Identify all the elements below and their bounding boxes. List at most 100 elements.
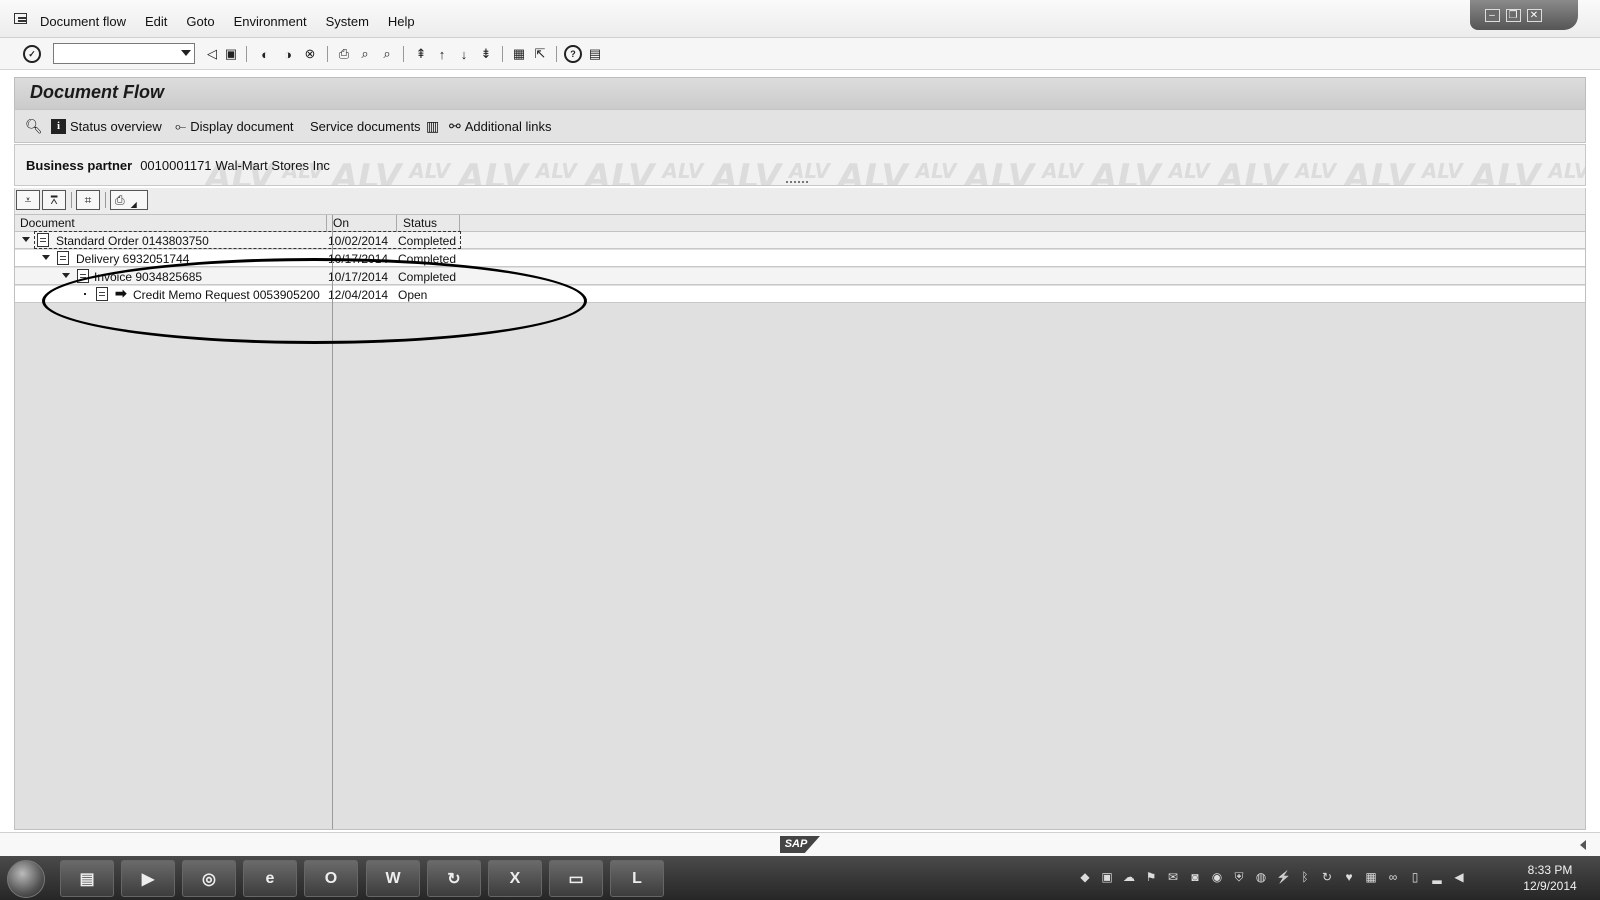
- tree-row[interactable]: Delivery 6932051744 10/17/2014 Completed: [15, 250, 1585, 267]
- save-icon[interactable]: ▣: [222, 45, 240, 63]
- media-player-icon[interactable]: ▶: [121, 860, 175, 897]
- chrome-icon[interactable]: ◎: [182, 860, 236, 897]
- splitter-handle[interactable]: [786, 181, 808, 184]
- tray-flag-icon[interactable]: ⚑: [1144, 870, 1158, 884]
- find-icon[interactable]: ⌕: [356, 45, 374, 63]
- menu-environment[interactable]: Environment: [234, 14, 307, 29]
- help-icon[interactable]: ?: [564, 45, 582, 63]
- binoculars-icon[interactable]: ⌗: [76, 190, 100, 210]
- tray-sync-icon[interactable]: ◍: [1254, 870, 1268, 884]
- excel-icon[interactable]: X: [488, 860, 542, 897]
- column-header-on[interactable]: On: [333, 216, 349, 230]
- current-document-arrow-icon: ➡: [115, 285, 127, 301]
- restore-button[interactable]: ❐: [1505, 8, 1521, 22]
- tray-battery-icon[interactable]: ▯: [1408, 870, 1422, 884]
- toolbar-separator: [403, 46, 404, 62]
- shortcut-icon[interactable]: ⇱: [531, 45, 549, 63]
- outlook-icon[interactable]: O: [304, 860, 358, 897]
- file-explorer-icon[interactable]: ▤: [60, 860, 114, 897]
- next-page-icon[interactable]: ↓: [455, 45, 473, 63]
- status-cell: Completed: [398, 270, 457, 284]
- minimize-button[interactable]: –: [1484, 8, 1500, 22]
- document-search-button[interactable]: 🔍︎: [25, 116, 43, 136]
- tree-row[interactable]: ➡ Credit Memo Request 0053905200 12/04/2…: [15, 285, 1585, 303]
- tray-mail-icon[interactable]: ✉: [1166, 870, 1180, 884]
- tray-network-drive-icon[interactable]: ▣: [1100, 870, 1114, 884]
- tray-outlook-icon[interactable]: ◙: [1188, 870, 1202, 884]
- column-divider: [459, 215, 460, 232]
- command-field[interactable]: [53, 43, 195, 64]
- menu-document-flow[interactable]: Document flow: [40, 14, 126, 29]
- object-links-button[interactable]: ▥: [426, 116, 439, 136]
- desktop-icon[interactable]: ▭: [549, 860, 603, 897]
- previous-page-icon[interactable]: ↑: [433, 45, 451, 63]
- business-partner-label: Business partner: [26, 158, 133, 173]
- status-bar-expand-icon[interactable]: [1580, 840, 1586, 850]
- service-documents-button[interactable]: Service documents: [310, 116, 421, 136]
- document-cell: Invoice 9034825685: [94, 270, 203, 284]
- display-document-button[interactable]: ⟜ Display document: [175, 116, 294, 136]
- last-page-icon[interactable]: ⇟: [477, 45, 495, 63]
- tray-volume-icon[interactable]: ◀: [1452, 870, 1466, 884]
- alv-watermark-large: ALV: [458, 157, 528, 186]
- column-header-status[interactable]: Status: [403, 216, 437, 230]
- first-page-icon[interactable]: ⇞: [412, 45, 430, 63]
- system-tray: ◆ ▣ ☁ ⚑ ✉ ◙ ◉ ⛨ ◍ ⚡ ᛒ ↻ ♥ ▦ ∞ ▯ ▂ ◀: [1078, 870, 1466, 884]
- menu-help[interactable]: Help: [388, 14, 415, 29]
- lync-icon[interactable]: L: [610, 860, 664, 897]
- alv-watermark-small: ALV: [409, 159, 451, 183]
- tray-antivirus-icon[interactable]: ⛨: [1232, 870, 1246, 884]
- tree-row[interactable]: Standard Order 0143803750 10/02/2014 Com…: [15, 231, 1585, 249]
- expand-triangle-icon[interactable]: [42, 255, 50, 260]
- tray-shield-icon[interactable]: ◆: [1078, 870, 1092, 884]
- layout-menu-icon[interactable]: ▤: [586, 45, 604, 63]
- expand-triangle-icon[interactable]: [22, 237, 30, 242]
- tree-column-splitter[interactable]: [332, 215, 333, 829]
- tray-bluetooth-icon[interactable]: ᛒ: [1298, 870, 1312, 884]
- alv-watermark-large: ALV: [1091, 157, 1161, 186]
- internet-explorer-icon[interactable]: e: [243, 860, 297, 897]
- tray-signal-icon[interactable]: ▂: [1430, 870, 1444, 884]
- tray-link-icon[interactable]: ∞: [1386, 870, 1400, 884]
- alv-watermark-small: ALV: [1168, 159, 1210, 183]
- clock-time: 8:33 PM: [1527, 863, 1573, 877]
- column-header-document[interactable]: Document: [20, 216, 75, 230]
- command-input[interactable]: [54, 44, 172, 63]
- print-menu-button[interactable]: ⎙ ◢: [110, 190, 148, 210]
- exit-icon[interactable]: ◑: [279, 45, 297, 63]
- create-session-icon[interactable]: ▦: [510, 45, 528, 63]
- tray-refresh-icon[interactable]: ↻: [1320, 870, 1334, 884]
- tray-security-icon[interactable]: ◉: [1210, 870, 1224, 884]
- additional-links-button[interactable]: ⚯ Additional links: [449, 116, 551, 136]
- expand-all-icon[interactable]: ⩡: [16, 190, 40, 210]
- start-button[interactable]: [7, 860, 45, 898]
- close-button[interactable]: ✕: [1526, 8, 1542, 22]
- expand-triangle-icon[interactable]: [62, 273, 70, 278]
- cancel-icon[interactable]: ⊗: [301, 45, 319, 63]
- tray-display-icon[interactable]: ▦: [1364, 870, 1378, 884]
- print-icon[interactable]: ⎙: [335, 45, 353, 63]
- alv-watermark-large: ALV: [331, 157, 402, 186]
- enter-check-icon[interactable]: ✓: [23, 45, 41, 63]
- tray-power-icon[interactable]: ⚡: [1276, 870, 1291, 884]
- find-next-icon[interactable]: ⌕: [378, 45, 396, 63]
- command-dropdown-icon[interactable]: [181, 50, 191, 56]
- menu-goto[interactable]: Goto: [186, 14, 214, 29]
- tray-heart-icon[interactable]: ♥: [1342, 870, 1356, 884]
- triangle-left-icon[interactable]: ◁: [203, 45, 221, 63]
- menu-edit[interactable]: Edit: [145, 14, 167, 29]
- word-icon[interactable]: W: [366, 860, 420, 897]
- standard-toolbar: ✓ ◁ ▣ ◐ ◑ ⊗ ⎙ ⌕ ⌕ ⇞ ↑ ↓ ⇟ ▦ ⇱ ? ▤: [0, 38, 1600, 70]
- back-icon[interactable]: ◐: [256, 45, 274, 63]
- collapse-all-icon[interactable]: ⩞: [42, 190, 66, 210]
- taskbar-clock[interactable]: 8:33 PM 12/9/2014: [1512, 862, 1588, 894]
- sap-logon-icon[interactable]: ↻: [427, 860, 481, 897]
- tray-cloud-icon[interactable]: ☁: [1122, 870, 1136, 884]
- menu-system[interactable]: System: [326, 14, 369, 29]
- status-overview-button[interactable]: i Status overview: [51, 116, 162, 136]
- date-cell: 10/17/2014: [328, 270, 389, 284]
- toolbar-separator: [502, 46, 503, 62]
- tree-row[interactable]: Invoice 9034825685 10/17/2014 Completed: [15, 268, 1585, 285]
- system-menu-icon[interactable]: [14, 13, 27, 24]
- title-bar: Document Flow: [14, 77, 1586, 109]
